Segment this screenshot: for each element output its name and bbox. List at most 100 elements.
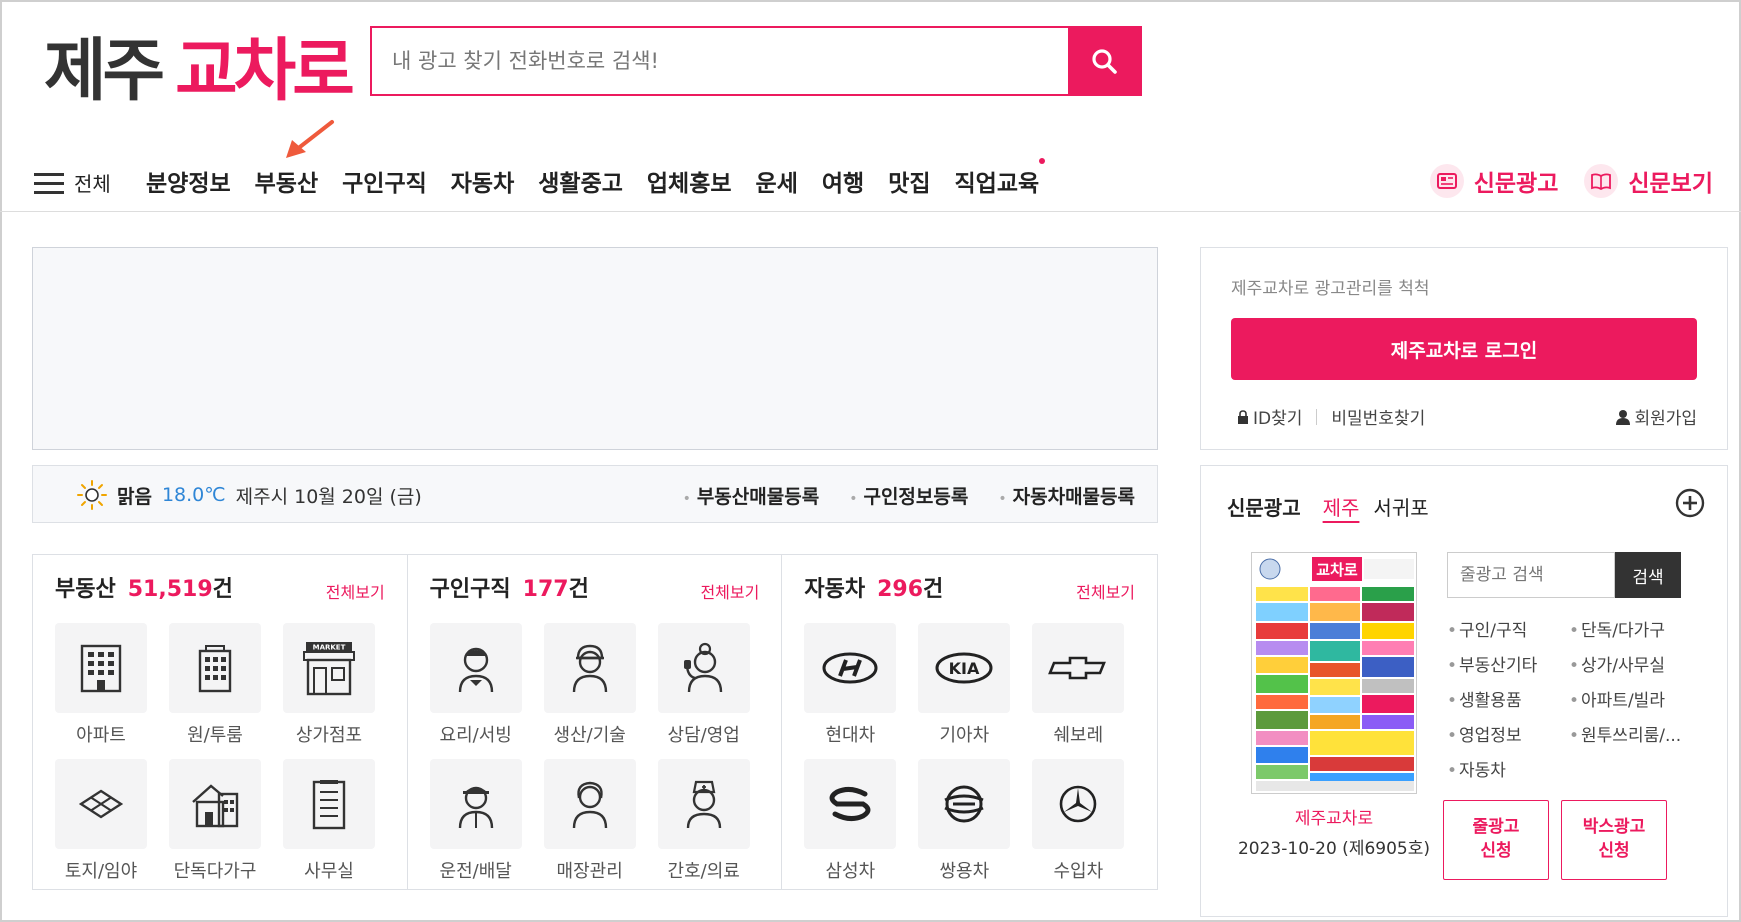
chevrolet-logo-icon: [1048, 656, 1107, 680]
tile-label: 원/투룸: [187, 725, 243, 746]
ad-category-item[interactable]: 원투쓰리룸/...: [1569, 721, 1691, 746]
nav-item-cars[interactable]: 자동차: [451, 164, 514, 198]
ad-category-item[interactable]: 단독/다가구: [1569, 616, 1691, 641]
mercedes-logo-icon: [1060, 785, 1097, 823]
line-ad-search-input[interactable]: [1447, 552, 1615, 598]
nav-item-realestate[interactable]: 부동산: [255, 164, 318, 198]
office-building-icon: [312, 780, 346, 830]
nav-item-fortune[interactable]: 운세: [756, 164, 798, 198]
site-logo[interactable]: 제주 교차로: [44, 24, 355, 111]
ad-category-item[interactable]: 자동차: [1447, 756, 1569, 781]
newspaper-tabs: 신문광고 제주 서귀포: [1227, 492, 1429, 521]
tile-oneroom[interactable]: 원/투룸: [169, 623, 261, 747]
apartment-icon: [80, 644, 122, 693]
ad-banner[interactable]: [32, 247, 1158, 450]
woman-person-icon: [572, 781, 607, 829]
register-car-link[interactable]: 자동차매물등록: [998, 482, 1135, 509]
nav-item-jobs[interactable]: 구인구직: [342, 164, 427, 198]
find-password-link[interactable]: 비밀번호찾기: [1331, 404, 1425, 429]
logo-text-gyocharo: 교차로: [175, 31, 355, 111]
tile-cook-serve[interactable]: 요리/서빙: [429, 623, 522, 747]
kia-logo-icon: KIA: [935, 652, 993, 684]
ad-category-item[interactable]: 부동산기타: [1447, 651, 1569, 676]
tile-consulting[interactable]: 상담/영업: [657, 623, 750, 747]
search-input[interactable]: [372, 28, 1068, 94]
newspaper-view-label: 신문보기: [1628, 171, 1713, 197]
ad-category-item[interactable]: 생활용품: [1447, 686, 1569, 711]
market-icon: MARKET: [303, 642, 355, 696]
nav-item-used-goods[interactable]: 생활중고: [538, 164, 623, 198]
nav-item-business[interactable]: 업체홍보: [647, 164, 732, 198]
ad-category-list: 구인/구직 단독/다가구 부동산기타 상가/사무실 생활용품 아파트/빌라 영업…: [1447, 616, 1691, 781]
tile-label: 요리/서빙: [439, 725, 512, 746]
tile-delivery[interactable]: 운전/배달: [429, 759, 522, 883]
tile-kia[interactable]: KIA 기아차: [918, 623, 1011, 747]
all-menu-label: 전체: [74, 172, 111, 196]
tile-label: 기아차: [939, 725, 990, 746]
nav-item-food[interactable]: 맛집: [888, 164, 930, 198]
line-ad-search: 검색: [1447, 552, 1681, 598]
plus-circle-icon[interactable]: [1675, 488, 1705, 518]
tile-samsung[interactable]: 삼성차: [804, 759, 897, 883]
newspaper-icon: [1429, 164, 1464, 198]
newspaper-ad-label: 신문광고: [1473, 171, 1559, 197]
tile-nursing[interactable]: 간호/의료: [657, 759, 750, 883]
tile-chevrolet[interactable]: 쉐보레: [1032, 623, 1125, 747]
register-job-link[interactable]: 구인정보등록: [849, 482, 968, 509]
register-links: 부동산매물등록 구인정보등록 자동차매물등록: [683, 482, 1135, 509]
newspaper-thumbnail[interactable]: 교차로: [1251, 552, 1417, 794]
ad-category-item[interactable]: 영업정보: [1447, 721, 1569, 746]
nav-item-travel[interactable]: 여행: [822, 164, 864, 198]
register-realestate-link[interactable]: 부동산매물등록: [683, 482, 819, 509]
newspaper-title: 신문광고: [1227, 496, 1301, 520]
category-title: 부동산: [55, 577, 116, 602]
category-jobs: 구인구직 177건 전체보기 요리/서빙 생산/기술 상담/영업 운전/배달 매…: [408, 555, 783, 889]
login-button[interactable]: 제주교차로 로그인: [1231, 318, 1697, 380]
find-id-link[interactable]: ID찾기: [1253, 404, 1302, 429]
view-all-link[interactable]: 전체보기: [1076, 579, 1135, 603]
weather-bar: 맑음 18.0℃ 제주시 10월 20일 (금) 부동산매물등록 구인정보등록 …: [32, 465, 1158, 523]
category-grid: 요리/서빙 생산/기술 상담/영업 운전/배달 매장관리 간호/의료: [429, 623, 750, 883]
server-person-icon: [458, 647, 493, 693]
tile-import[interactable]: 수입차: [1032, 759, 1125, 883]
renault-samsung-logo-icon: [829, 786, 871, 822]
newspaper-issue: 2023-10-20 (제6905호): [1237, 839, 1430, 859]
tile-shop[interactable]: MARKET 상가점포: [283, 623, 375, 747]
tile-label: 운전/배달: [439, 861, 512, 882]
tile-label: 상담/영업: [667, 725, 740, 746]
nav-item-vocational-label: 직업교육: [954, 171, 1040, 197]
ad-category-item[interactable]: 상가/사무실: [1569, 651, 1691, 676]
view-all-link[interactable]: 전체보기: [700, 579, 759, 603]
view-all-link[interactable]: 전체보기: [326, 579, 385, 603]
tab-jeju[interactable]: 제주: [1323, 492, 1360, 521]
tile-land[interactable]: 토지/임야: [55, 759, 147, 883]
tile-office[interactable]: 사무실: [283, 759, 375, 883]
login-box: 제주교차로 광고관리를 척척 제주교차로 로그인 ID찾기 비밀번호찾기 회원가…: [1200, 247, 1728, 450]
new-dot-badge: [1039, 158, 1046, 164]
category-grid: 현대차 KIA 기아차 쉐보레 삼성차 쌍용차 수입차: [804, 623, 1125, 883]
nav-item-presale[interactable]: 분양정보: [146, 164, 231, 198]
tile-store-manager[interactable]: 매장관리: [543, 759, 636, 883]
line-ad-search-button[interactable]: 검색: [1615, 552, 1681, 598]
tile-production[interactable]: 생산/기술: [543, 623, 636, 747]
tab-seogwipo[interactable]: 서귀포: [1373, 492, 1428, 521]
newspaper-ad-link[interactable]: 신문광고: [1429, 164, 1559, 198]
logo-text-jeju: 제주: [44, 31, 165, 111]
tile-hyundai[interactable]: 현대차: [804, 623, 897, 747]
tile-apartment[interactable]: 아파트: [55, 623, 147, 747]
line-ad-apply-button[interactable]: 줄광고 신청: [1443, 800, 1549, 880]
tile-ssangyong[interactable]: 쌍용차: [918, 759, 1011, 883]
tile-house[interactable]: 단독다가구: [169, 759, 261, 883]
ad-category-item[interactable]: 구인/구직: [1447, 616, 1569, 641]
newspaper-view-link[interactable]: 신문보기: [1584, 164, 1713, 198]
ad-category-item[interactable]: 아파트/빌라: [1569, 686, 1691, 711]
tile-label: 현대차: [825, 725, 876, 746]
open-book-icon: [1584, 164, 1619, 198]
box-ad-apply-button[interactable]: 박스광고 신청: [1561, 800, 1667, 880]
join-link[interactable]: 회원가입: [1616, 404, 1697, 429]
building-icon: [198, 645, 232, 693]
search-button[interactable]: [1068, 28, 1140, 94]
category-title: 자동차: [804, 577, 866, 602]
all-menu-button[interactable]: 전체: [34, 168, 111, 197]
nav-item-vocational[interactable]: 직업교육: [954, 158, 1046, 198]
